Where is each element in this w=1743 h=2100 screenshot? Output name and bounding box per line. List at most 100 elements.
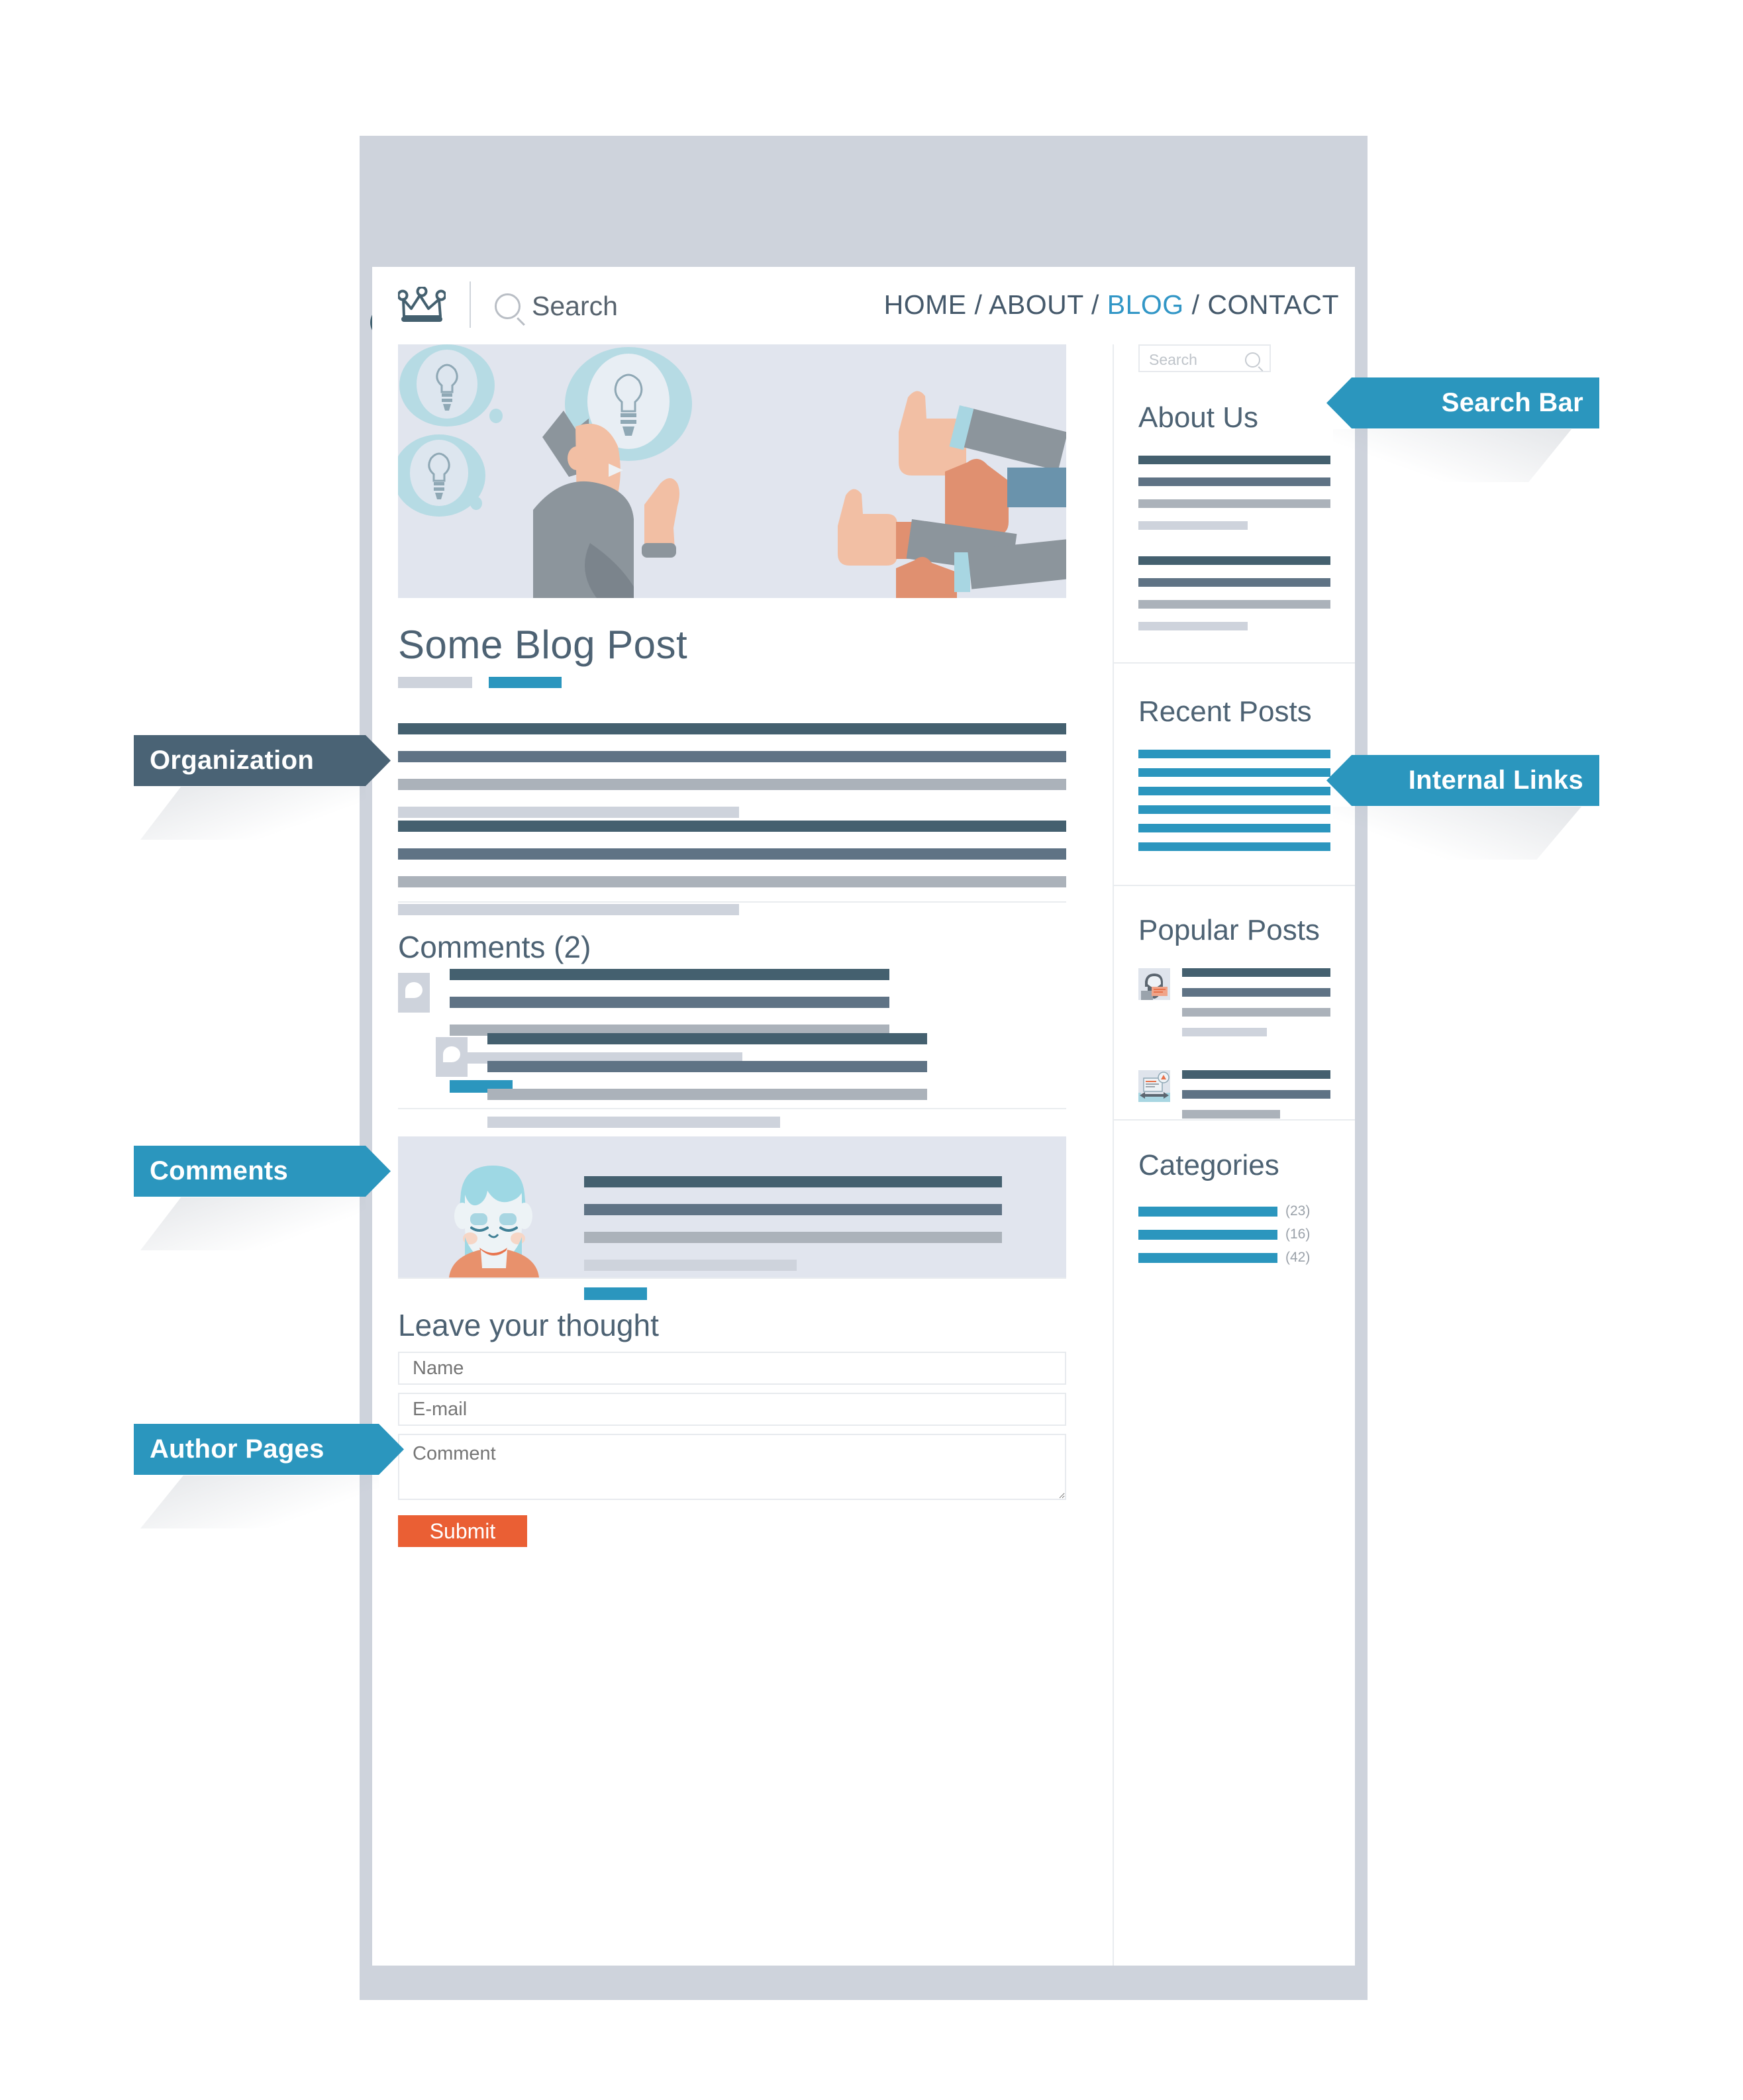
page-title: Some Blog Post: [398, 623, 688, 667]
sidebar-divider-line: [1113, 1119, 1355, 1121]
text-line: [398, 821, 1066, 832]
sidebar-divider-line: [1113, 885, 1355, 886]
sidebar: Search About Us Recent Posts Popular Pos…: [1113, 344, 1355, 1966]
header-search-label: Search: [532, 291, 618, 321]
text-line: [1182, 1110, 1280, 1119]
sidebar-section-recent-posts: Recent Posts: [1138, 695, 1330, 861]
crown-icon[interactable]: [398, 287, 446, 324]
callout-organization: Organization: [134, 735, 391, 786]
text-line: [487, 1033, 927, 1044]
search-input[interactable]: Search: [1138, 344, 1271, 372]
author-bio-lines: [584, 1176, 1002, 1300]
search-placeholder: Search: [1149, 351, 1197, 368]
recent-post-link[interactable]: [1138, 750, 1330, 758]
callout-shadow: [140, 1475, 379, 1528]
post-paragraph-1: [398, 723, 1066, 834]
category-count: (42): [1285, 1250, 1311, 1265]
post-paragraph-2: [398, 821, 1066, 932]
text-line: [1138, 456, 1330, 464]
search-icon: [495, 293, 521, 319]
site-header: Search HOME / ABOUT / BLOG / CONTACT: [372, 267, 1355, 340]
comment-bubble-icon: [436, 1037, 468, 1077]
text-line: [398, 807, 739, 818]
nav-item-home[interactable]: HOME: [884, 289, 967, 320]
text-line: [1182, 1090, 1330, 1099]
divider: [398, 901, 1066, 903]
recent-post-link[interactable]: [1138, 787, 1330, 795]
text-line: [1138, 556, 1330, 565]
author-bio-box: [398, 1136, 1066, 1300]
callout-shadow: [1333, 429, 1571, 482]
callout-comments: Comments: [134, 1146, 391, 1197]
popular-post-thumb-2: [1138, 1070, 1170, 1102]
divider: [398, 1277, 1066, 1279]
post-thumbnail: [1138, 968, 1170, 1000]
browser-chrome: [360, 136, 1368, 267]
text-line: [1138, 600, 1330, 609]
callout-label: Comments: [150, 1156, 289, 1185]
sidebar-heading: Popular Posts: [1138, 914, 1320, 946]
recent-post-link[interactable]: [1138, 768, 1330, 777]
text-line: [1138, 622, 1248, 630]
category-link[interactable]: [1138, 1206, 1277, 1217]
text-line: [398, 779, 1066, 790]
callout-label: Author Pages: [150, 1434, 324, 1464]
callout-shadow: [140, 787, 366, 840]
post-thumbnail: [1138, 1070, 1170, 1102]
text-line: [1182, 968, 1330, 977]
text-line: [487, 1117, 780, 1128]
author-readmore-link[interactable]: [584, 1287, 647, 1300]
text-line: [1138, 578, 1330, 587]
sidebar-divider-line: [1113, 662, 1355, 664]
submit-button[interactable]: Submit: [398, 1515, 527, 1547]
comment-bubble-icon: [398, 973, 430, 1013]
category-link[interactable]: [1138, 1229, 1277, 1240]
category-link[interactable]: [1138, 1252, 1277, 1263]
post-title-lines: [1182, 1070, 1330, 1130]
comment-form-heading: Leave your thought: [398, 1308, 659, 1342]
text-line: [584, 1176, 1002, 1187]
category-row[interactable]: (16): [1138, 1226, 1330, 1242]
text-line: [1182, 1028, 1267, 1036]
sidebar-section-popular-posts: Popular Posts: [1138, 914, 1330, 1152]
nav-separator: /: [1183, 289, 1208, 320]
hero-svg: [398, 344, 1066, 598]
text-line: [584, 1232, 1002, 1243]
sidebar-heading: About Us: [1138, 401, 1258, 434]
text-line: [1138, 521, 1248, 530]
sidebar-section-categories: Categories (23) (16) (42): [1138, 1149, 1330, 1273]
comments-heading: Comments (2): [398, 930, 591, 964]
email-field[interactable]: [398, 1393, 1066, 1426]
callout-label: Organization: [150, 746, 315, 775]
comment-field[interactable]: [398, 1434, 1066, 1500]
callout-author-pages: Author Pages: [134, 1424, 404, 1475]
text-line: [450, 969, 889, 980]
recent-post-link[interactable]: [1138, 842, 1330, 851]
callout-search-bar: Search Bar: [1326, 377, 1599, 428]
category-row[interactable]: (23): [1138, 1203, 1330, 1219]
sidebar-heading: Categories: [1138, 1149, 1279, 1181]
text-line: [1182, 1008, 1330, 1017]
name-field[interactable]: [398, 1352, 1066, 1385]
text-line: [398, 848, 1066, 860]
nav-item-contact[interactable]: CONTACT: [1207, 289, 1339, 320]
hero-illustration: [398, 344, 1066, 598]
category-row[interactable]: (42): [1138, 1250, 1330, 1266]
recent-post-link[interactable]: [1138, 824, 1330, 832]
text-line: [1138, 477, 1330, 486]
list-item[interactable]: [1138, 968, 1330, 1048]
recent-post-link[interactable]: [1138, 805, 1330, 814]
page-viewport: Search HOME / ABOUT / BLOG / CONTACT Som…: [372, 267, 1355, 1966]
text-line: [487, 1061, 927, 1072]
text-line: [398, 876, 1066, 887]
list-item[interactable]: [1138, 1070, 1330, 1130]
post-meta-category: [489, 677, 562, 688]
sidebar-divider: [1113, 344, 1114, 1966]
nav-item-blog[interactable]: BLOG: [1107, 289, 1184, 320]
post-title-lines: [1182, 968, 1330, 1048]
callout-label: Internal Links: [1408, 766, 1583, 795]
header-search[interactable]: Search: [495, 291, 618, 322]
search-icon[interactable]: [1245, 352, 1260, 368]
sidebar-heading: Recent Posts: [1138, 695, 1312, 728]
nav-item-about[interactable]: ABOUT: [989, 289, 1083, 320]
